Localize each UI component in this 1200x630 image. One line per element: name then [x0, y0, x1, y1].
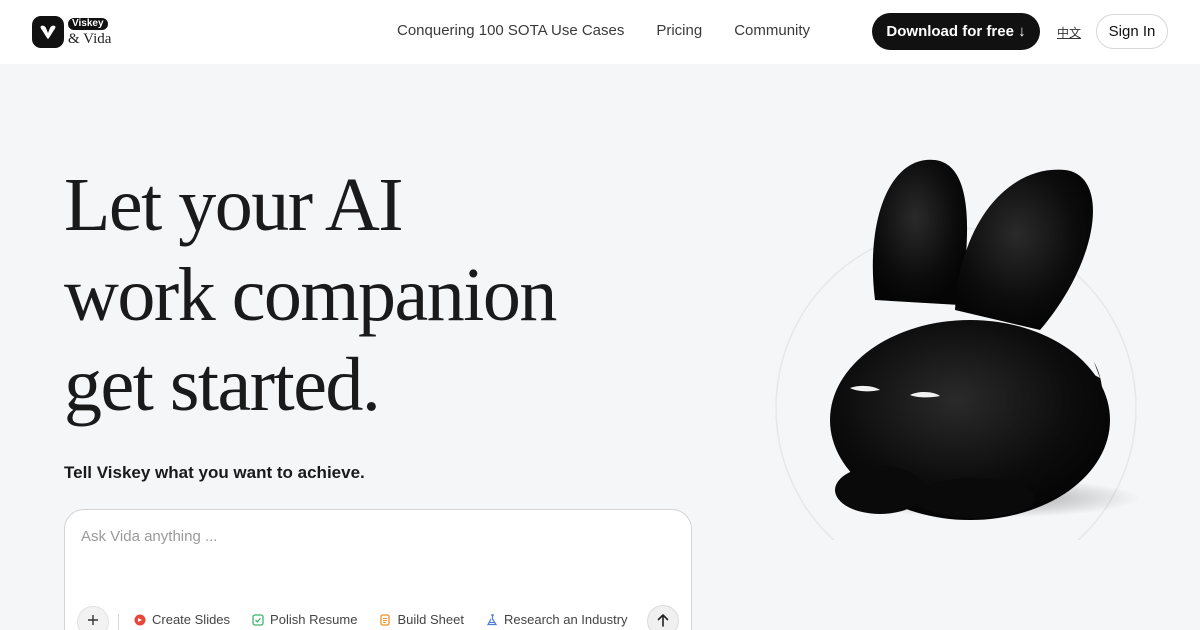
divider — [118, 614, 119, 630]
nav-link-community[interactable]: Community — [734, 22, 810, 39]
suggestion-chips: Create Slides Polish Resume Build Sheet … — [134, 612, 628, 627]
sign-in-button[interactable]: Sign In — [1096, 14, 1168, 49]
hero-title-line: get started. — [64, 343, 381, 427]
chip-label: Create Slides — [152, 612, 231, 627]
brand-name: & Vida — [68, 30, 112, 47]
hero-title-line: work companion — [64, 253, 557, 337]
plus-icon — [87, 613, 99, 630]
main-nav: Conquering 100 SOTA Use Cases Pricing Co… — [397, 22, 810, 39]
chip-label: Build Sheet — [397, 612, 464, 627]
download-button[interactable]: Download for free ↓ — [872, 13, 1040, 50]
chat-input[interactable] — [81, 528, 671, 588]
chip-label: Research an Industry — [503, 612, 628, 627]
hero-subtitle: Tell Viskey what you want to achieve. — [64, 463, 365, 482]
viskey-logo-icon — [32, 16, 64, 48]
sheet-icon — [379, 613, 391, 626]
chat-composer: Create Slides Polish Resume Build Sheet … — [64, 509, 692, 630]
hero-title: Let your AI work companion get started. — [64, 160, 704, 430]
research-icon — [486, 613, 498, 626]
chip-build-sheet[interactable]: Build Sheet — [379, 612, 464, 627]
nav-link-pricing[interactable]: Pricing — [656, 22, 702, 39]
arrow-up-icon — [657, 613, 669, 630]
add-attachment-button[interactable] — [77, 606, 109, 630]
chip-research-industry[interactable]: Research an Industry — [486, 612, 628, 627]
resume-icon — [252, 613, 264, 626]
brand-logo[interactable]: Viskey & Vida — [32, 16, 111, 48]
chip-create-slides[interactable]: Create Slides — [134, 612, 230, 627]
brand-badge: Viskey — [68, 17, 108, 30]
language-switch[interactable]: 中文 — [1057, 24, 1081, 41]
nav-link-use-cases[interactable]: Conquering 100 SOTA Use Cases — [397, 22, 624, 39]
chip-label: Polish Resume — [270, 612, 358, 627]
mascot-illustration — [760, 140, 1160, 589]
send-button[interactable] — [647, 605, 679, 630]
slides-icon — [134, 614, 146, 626]
top-header: Viskey & Vida Conquering 100 SOTA Use Ca… — [0, 0, 1200, 64]
hero-title-line: Let your AI — [64, 163, 404, 247]
chip-polish-resume[interactable]: Polish Resume — [252, 612, 357, 627]
